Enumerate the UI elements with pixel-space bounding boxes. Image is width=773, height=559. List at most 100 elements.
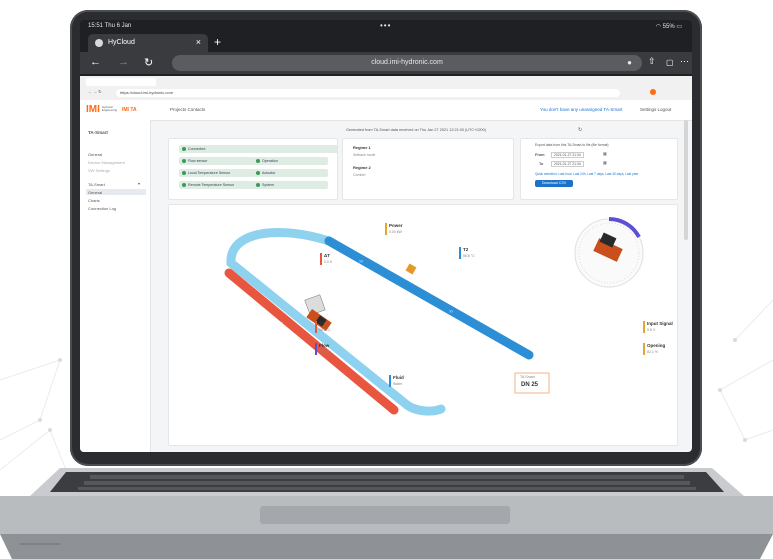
power-value: 0.00 kW	[389, 230, 402, 234]
input-signal-value: 5.8 V	[647, 328, 656, 332]
t1-accent	[315, 321, 317, 333]
opening-dial	[574, 217, 644, 288]
export-from-label: From	[535, 153, 545, 157]
imi-logo: IMI	[86, 104, 100, 115]
sidebar-title: TA-Smart	[88, 130, 108, 135]
app-header: IMI Hydronic Engineering IMI TA Projects…	[80, 100, 692, 121]
battery-indicator: ◠ 55% ▭	[655, 24, 682, 30]
dt-value: 0.0 K	[324, 260, 333, 264]
sidebar-group-ta-smart[interactable]: TA-Smart	[88, 182, 105, 187]
export-from-input[interactable]: 2021-01-27 21:34	[551, 152, 584, 158]
sidebar-item-charts[interactable]: Charts	[88, 198, 100, 203]
profile-icon[interactable]	[650, 89, 656, 95]
reload-icon[interactable]: ↻	[144, 56, 153, 69]
fluid-value: Water	[393, 382, 403, 386]
opening-accent	[643, 343, 645, 355]
imi-ta-logo: IMI TA	[122, 107, 137, 113]
t1-label: T1	[319, 321, 325, 326]
browser-tab-bar: HyCloud × +	[80, 34, 692, 52]
tab-title: HyCloud	[108, 39, 135, 46]
status-chip-remote-temp: Remote Temperature Sensor	[179, 181, 254, 189]
sidebar-item-sw-settings[interactable]: SW Settings	[88, 168, 110, 173]
regime-1-label: Regime 1	[353, 145, 371, 150]
supply-pipe-hot	[224, 268, 399, 415]
share-icon[interactable]: ⇧	[648, 56, 656, 67]
svg-text:‹‹: ‹‹	[279, 321, 283, 327]
device-screen: 15:51 Thu 6 Jan ••• ◠ 55% ▭ HyCloud × + …	[80, 20, 692, 452]
status-chip-actuator: Actuator	[253, 169, 328, 177]
sidebar-item-connection-log[interactable]: Connection Log	[88, 206, 116, 211]
settings-link[interactable]: Settings Logout	[640, 107, 671, 112]
export-title: Export data from this TA-Smart to file (…	[535, 143, 609, 147]
regime-1-value: Setback mode	[353, 153, 376, 157]
flow-accent	[315, 343, 317, 355]
unassigned-notice-link[interactable]: You don't have any unassigned TA-Smart	[540, 107, 622, 112]
t2-label: T2	[463, 247, 469, 252]
forward-icon[interactable]: →	[118, 56, 129, 68]
regime-2-value: Comfort	[353, 173, 366, 177]
back-icon[interactable]: ←	[90, 56, 101, 68]
browser-tab[interactable]: HyCloud ×	[88, 34, 208, 52]
favicon-icon	[95, 39, 103, 47]
opening-value: 82.1 %	[647, 350, 658, 354]
address-bar[interactable]: cloud.imi-hydronic.com ●	[172, 55, 642, 71]
size-label: TA-Smart	[520, 375, 535, 379]
flow-label: Flow	[319, 343, 330, 348]
microphone-icon[interactable]: ●	[627, 55, 632, 71]
flow-value: 72.7 l/h	[319, 350, 331, 354]
status-chip-flow-sensor: Flow sensor	[179, 157, 254, 165]
inner-browser-chrome: ← → ↻ https://cloud.imi-hydronic.com	[80, 76, 692, 101]
svg-text:››: ››	[449, 309, 453, 315]
regime-2-label: Regime 2	[353, 165, 371, 170]
size-value: DN 25	[521, 382, 539, 388]
flow-arrows: ›› ›› ‹‹ ››	[279, 259, 453, 401]
close-tab-icon[interactable]: ×	[196, 37, 201, 47]
status-chip-system: System	[253, 181, 328, 189]
status-chip-local-temp: Local Temperature Sensor	[179, 169, 254, 177]
sidebar: TA-Smart General Device Management SW Se…	[80, 120, 151, 452]
quick-selection-links[interactable]: Quick selection: Last hour, Last 24h, La…	[535, 172, 638, 176]
nav-projects[interactable]: Projects Contacts	[170, 107, 205, 112]
export-to-label: To	[539, 162, 544, 166]
return-pipe	[226, 227, 446, 416]
wifi-icon: ◠	[655, 24, 663, 30]
refresh-icon[interactable]: ↻	[578, 127, 582, 133]
sidebar-item-general[interactable]: General	[88, 152, 102, 157]
brand-subtitle: Hydronic Engineering	[102, 105, 117, 112]
url-text: cloud.imi-hydronic.com	[371, 59, 443, 66]
calendar-from-icon[interactable]: ▦	[603, 151, 607, 156]
download-csv-button[interactable]: Download CSV	[535, 180, 573, 187]
page-scrollbar[interactable]	[684, 120, 688, 240]
t2-accent	[459, 247, 461, 259]
logout-link[interactable]: Logout	[658, 107, 672, 112]
power-label: Power	[389, 223, 403, 228]
more-icon[interactable]: ⋯	[680, 56, 689, 67]
inner-address-bar[interactable]: https://cloud.imi-hydronic.com	[116, 89, 620, 97]
t2-value: 56.8 °C	[463, 254, 475, 258]
status-card: Connected Flow sensor Operation Local Te…	[168, 138, 338, 200]
new-tab-button[interactable]: +	[214, 35, 221, 49]
multitask-icon[interactable]: •••	[380, 21, 391, 30]
tabs-overview-icon[interactable]: ▢	[666, 58, 674, 67]
input-signal-label: Input Signal	[647, 321, 673, 326]
laptop-base	[0, 468, 773, 559]
chevron-down-icon[interactable]: ▾	[138, 181, 140, 186]
dt-label: ΔT	[324, 253, 330, 258]
svg-text:››: ››	[359, 259, 363, 265]
export-to-input[interactable]: 2021-01-27 21:34	[551, 161, 584, 167]
svg-text:››: ››	[419, 395, 423, 401]
t1-value: 56.8 °C	[319, 328, 331, 332]
battery-icon: ▭	[676, 24, 682, 30]
power-accent	[385, 223, 387, 235]
regimes-card: Regime 1 Setback mode Regime 2 Comfort	[342, 138, 514, 200]
inner-browser-tab[interactable]	[86, 78, 156, 86]
inner-nav-icons[interactable]: ← → ↻	[88, 89, 102, 94]
sidebar-item-device-management[interactable]: Device Management	[88, 160, 125, 165]
calendar-to-icon[interactable]: ▦	[603, 160, 607, 165]
input-accent	[643, 321, 645, 333]
nav-contacts[interactable]: Contacts	[188, 107, 206, 112]
diagram-card: ›› ›› ‹‹ ›› Power 0.00 kW ΔT 0.0 K T2 56…	[168, 204, 678, 446]
status-time: 15:51 Thu 6 Jan	[88, 23, 132, 29]
system-diagram: ›› ›› ‹‹ ››	[224, 217, 644, 416]
sidebar-item-ta-general[interactable]: General	[88, 190, 102, 195]
